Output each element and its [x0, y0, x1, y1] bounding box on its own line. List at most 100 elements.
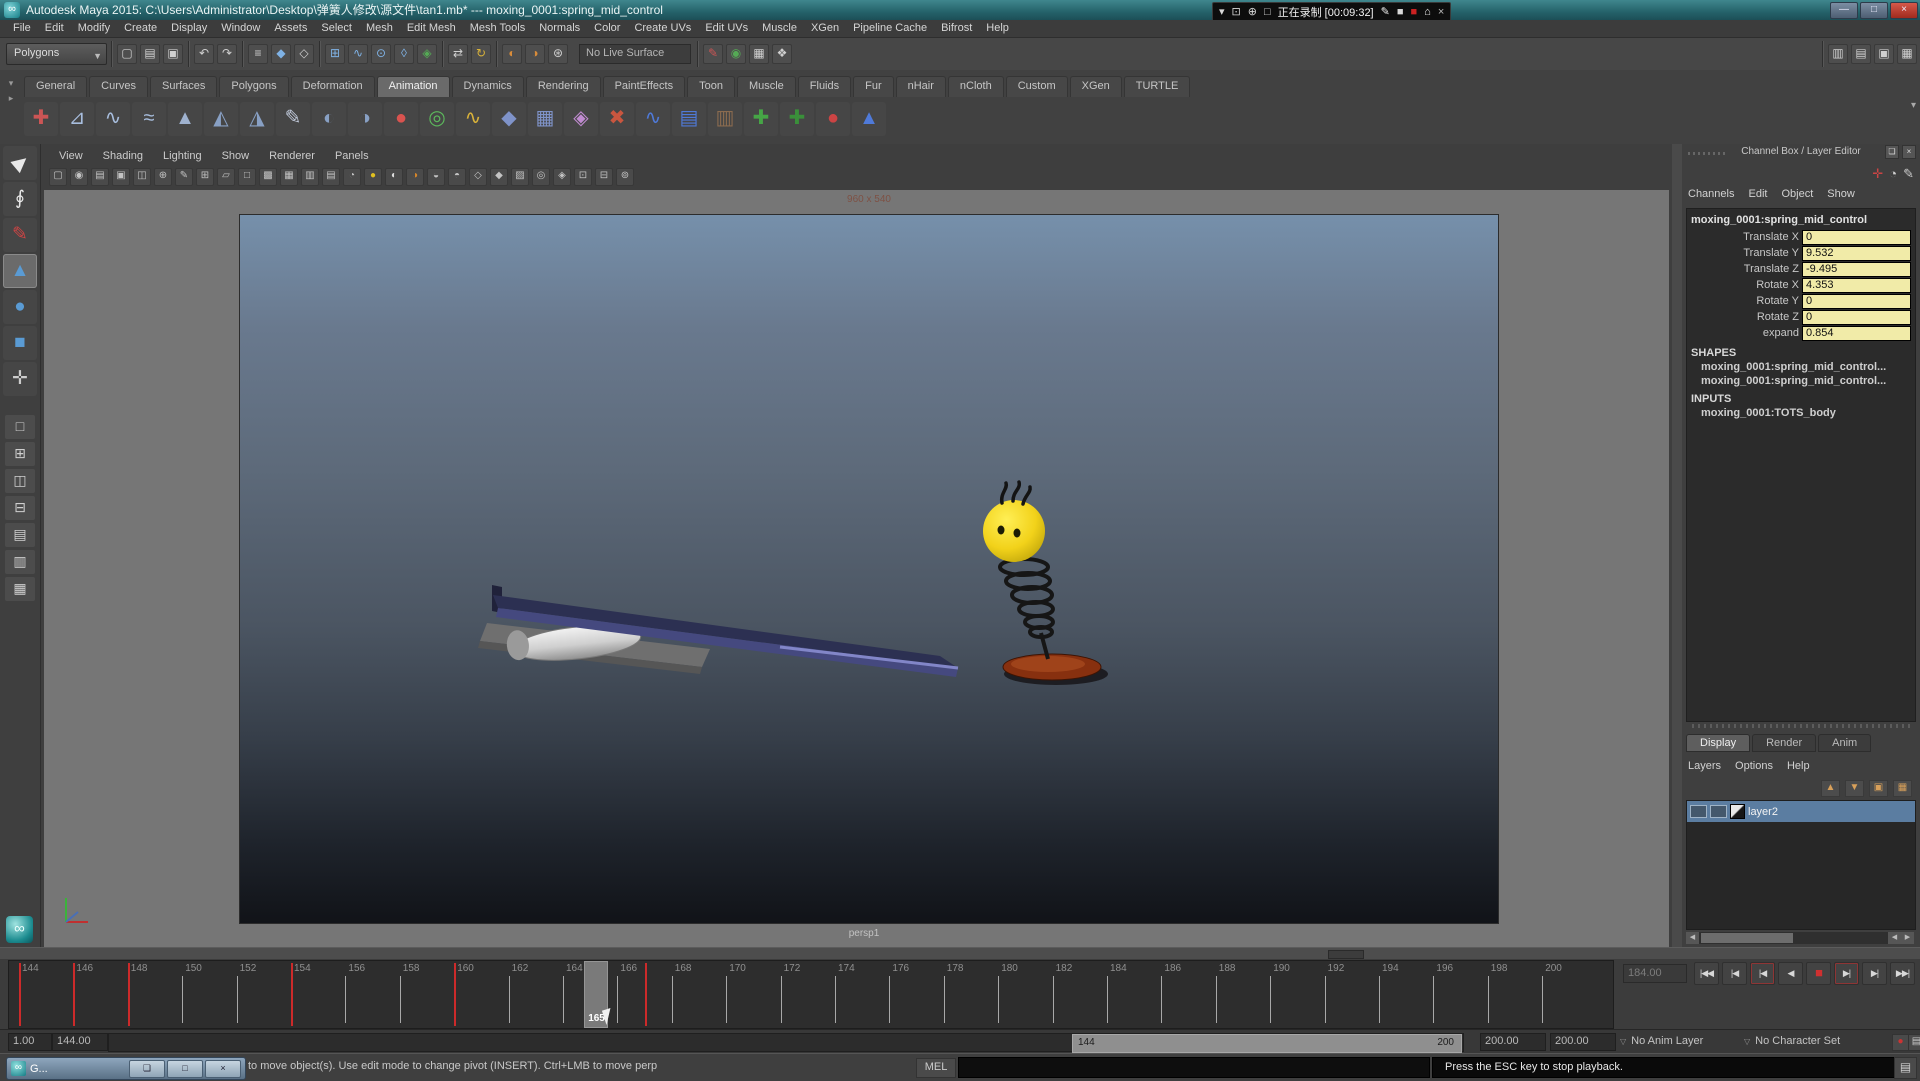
menu-bifrost[interactable]: Bifrost — [934, 20, 979, 37]
overlay-record-icon[interactable]: ■ — [1397, 4, 1404, 21]
menu-normals[interactable]: Normals — [532, 20, 587, 37]
taskbar-restore-button[interactable]: ❏ — [129, 1060, 165, 1078]
channel-box-menu-object[interactable]: Object — [1781, 188, 1813, 200]
field-chart-icon[interactable]: ▦ — [280, 168, 298, 186]
shelf-tab-muscle[interactable]: Muscle — [737, 76, 796, 97]
scroll-left-icon[interactable]: ◀ — [1686, 932, 1699, 944]
shelf-cluster-icon[interactable]: ◆ — [492, 102, 526, 136]
auto-keyframe-icon[interactable]: ● — [1892, 1034, 1909, 1051]
playback-start-field[interactable]: 144.00 — [52, 1033, 108, 1051]
shelf-detach-skin-icon[interactable]: ◮ — [240, 102, 274, 136]
shaded-icon[interactable]: ◆ — [490, 168, 508, 186]
mel-toggle-button[interactable]: MEL — [916, 1058, 956, 1078]
menu-help[interactable]: Help — [979, 20, 1016, 37]
persp-outliner-layout-button[interactable]: ◫ — [5, 469, 35, 493]
channel-box-menu-edit[interactable]: Edit — [1748, 188, 1767, 200]
shelf-graph-editor-icon[interactable]: ∿ — [636, 102, 670, 136]
xray-icon[interactable]: ◈ — [553, 168, 571, 186]
menu-create-uvs[interactable]: Create UVs — [627, 20, 698, 37]
render-region[interactable] — [239, 214, 1499, 924]
shelf-tab-surfaces[interactable]: Surfaces — [150, 76, 217, 97]
current-time-field[interactable]: 184.00 — [1623, 964, 1687, 983]
shelf-tab-xgen[interactable]: XGen — [1070, 76, 1122, 97]
channel-value-field[interactable]: 9.532 — [1802, 246, 1911, 261]
input-connections-icon[interactable]: ⇄ — [448, 44, 468, 64]
camera-attributes-icon[interactable]: ▤ — [91, 168, 109, 186]
shelf-tab-curves[interactable]: Curves — [89, 76, 148, 97]
layer-list-scrollbar[interactable]: ◀ ◀ ▶ — [1686, 932, 1914, 944]
persp-graph-layout-button[interactable]: ⊟ — [5, 496, 35, 520]
resolution-gate-icon[interactable]: □ — [238, 168, 256, 186]
shelf-pose-icon[interactable]: ▲ — [852, 102, 886, 136]
layer-tab-render[interactable]: Render — [1752, 734, 1816, 752]
animation-start-field[interactable]: 1.00 — [8, 1033, 52, 1051]
shelf-joint-tool-icon[interactable]: ⊿ — [60, 102, 94, 136]
new-empty-layer-icon[interactable]: ▣ — [1869, 780, 1888, 797]
play-backwards-button[interactable]: ◀ — [1778, 962, 1803, 985]
channel-value-field[interactable]: 4.353 — [1802, 278, 1911, 293]
animation-preferences-icon[interactable]: ▤ — [1908, 1034, 1920, 1051]
input-node-item[interactable]: moxing_0001:TOTS_body — [1701, 407, 1915, 419]
shelf-tab-custom[interactable]: Custom — [1006, 76, 1068, 97]
panel-menu-renderer[interactable]: Renderer — [261, 148, 323, 165]
shadows-icon[interactable]: ◐ — [385, 168, 403, 186]
select-camera-icon[interactable]: ▢ — [49, 168, 67, 186]
scrollbar-thumb[interactable] — [1701, 933, 1793, 943]
scroll-left2-icon[interactable]: ◀ — [1888, 932, 1901, 944]
single-pane-layout-button[interactable]: □ — [5, 415, 35, 439]
go-to-end-button[interactable]: ▶▶| — [1890, 962, 1915, 985]
last-tool-used[interactable]: ✛ — [3, 362, 37, 396]
channelbox-windowize-icon[interactable]: ❏ — [1885, 145, 1899, 159]
four-pane-layout-button[interactable]: ⊞ — [5, 442, 35, 466]
close-button[interactable]: × — [1890, 2, 1918, 19]
overlay-frame-icon[interactable]: □ — [1264, 4, 1271, 21]
stop-button[interactable]: ■ — [1806, 962, 1831, 985]
new-scene-icon[interactable]: ▢ — [117, 44, 137, 64]
select-tool[interactable]: ▶ — [3, 146, 37, 180]
paint-effects-icon[interactable]: ✎ — [703, 44, 723, 64]
grid-icon[interactable]: ⊞ — [196, 168, 214, 186]
viewport-background[interactable]: 960 x 540 — [44, 190, 1669, 947]
ipr-render-icon[interactable]: ◑ — [525, 44, 545, 64]
minimize-button[interactable]: — — [1830, 2, 1858, 19]
go-to-start-button[interactable]: |◀◀ — [1694, 962, 1719, 985]
select-component-icon[interactable]: ◇ — [294, 44, 314, 64]
shelf-mirror-weights-icon[interactable]: ◐ — [312, 102, 346, 136]
layer-tab-anim[interactable]: Anim — [1818, 734, 1871, 752]
frame-rate-icon[interactable]: ◔ — [343, 168, 361, 186]
scale-tool[interactable]: ■ — [3, 326, 37, 360]
shelf-tab-fluids[interactable]: Fluids — [798, 76, 851, 97]
textured-icon[interactable]: ▨ — [511, 168, 529, 186]
render-settings-icon[interactable]: ⊛ — [548, 44, 568, 64]
panel-menu-view[interactable]: View — [51, 148, 91, 165]
paint-select-tool[interactable]: ✎ — [3, 218, 37, 252]
snap-plane-icon[interactable]: ◊ — [394, 44, 414, 64]
playback-end-field[interactable]: 200.00 — [1480, 1033, 1546, 1051]
menu-file[interactable]: File — [6, 20, 38, 37]
scroll-right-icon[interactable]: ▶ — [1901, 932, 1914, 944]
menu-xgen[interactable]: XGen — [804, 20, 846, 37]
shelf-lattice-icon[interactable]: ▦ — [528, 102, 562, 136]
motion-blur-icon[interactable]: ◒ — [427, 168, 445, 186]
layer-menu-help[interactable]: Help — [1787, 760, 1810, 772]
animation-end-field[interactable]: 200.00 — [1550, 1033, 1616, 1051]
shelf-motion-path-icon[interactable]: ∿ — [456, 102, 490, 136]
default-material-icon[interactable]: ◎ — [532, 168, 550, 186]
isolate-select-icon[interactable]: ⊡ — [574, 168, 592, 186]
shelf-ik-handle-icon[interactable]: ∿ — [96, 102, 130, 136]
overlay-zoom-icon[interactable]: ⊕ — [1248, 4, 1257, 21]
shelf-copy-weights-icon[interactable]: ◑ — [348, 102, 382, 136]
wireframe-icon[interactable]: ◇ — [469, 168, 487, 186]
channel-box-menu-channels[interactable]: Channels — [1688, 188, 1734, 200]
menu-edit[interactable]: Edit — [38, 20, 71, 37]
shelf-tab-rendering[interactable]: Rendering — [526, 76, 601, 97]
step-forward-frame-button[interactable]: ▶| — [1862, 962, 1887, 985]
rotate-tool[interactable]: ● — [3, 290, 37, 324]
shelf-set-breakdown-icon[interactable]: ◎ — [420, 102, 454, 136]
grease-pencil-icon[interactable]: ✎ — [175, 168, 193, 186]
live-surface-field[interactable]: No Live Surface — [579, 44, 691, 64]
lighting-icon[interactable]: ● — [364, 168, 382, 186]
toggle-modeling-toolkit-icon[interactable]: ▥ — [1828, 44, 1848, 64]
ao-icon[interactable]: ◑ — [406, 168, 424, 186]
shelf-tab-dynamics[interactable]: Dynamics — [452, 76, 524, 97]
